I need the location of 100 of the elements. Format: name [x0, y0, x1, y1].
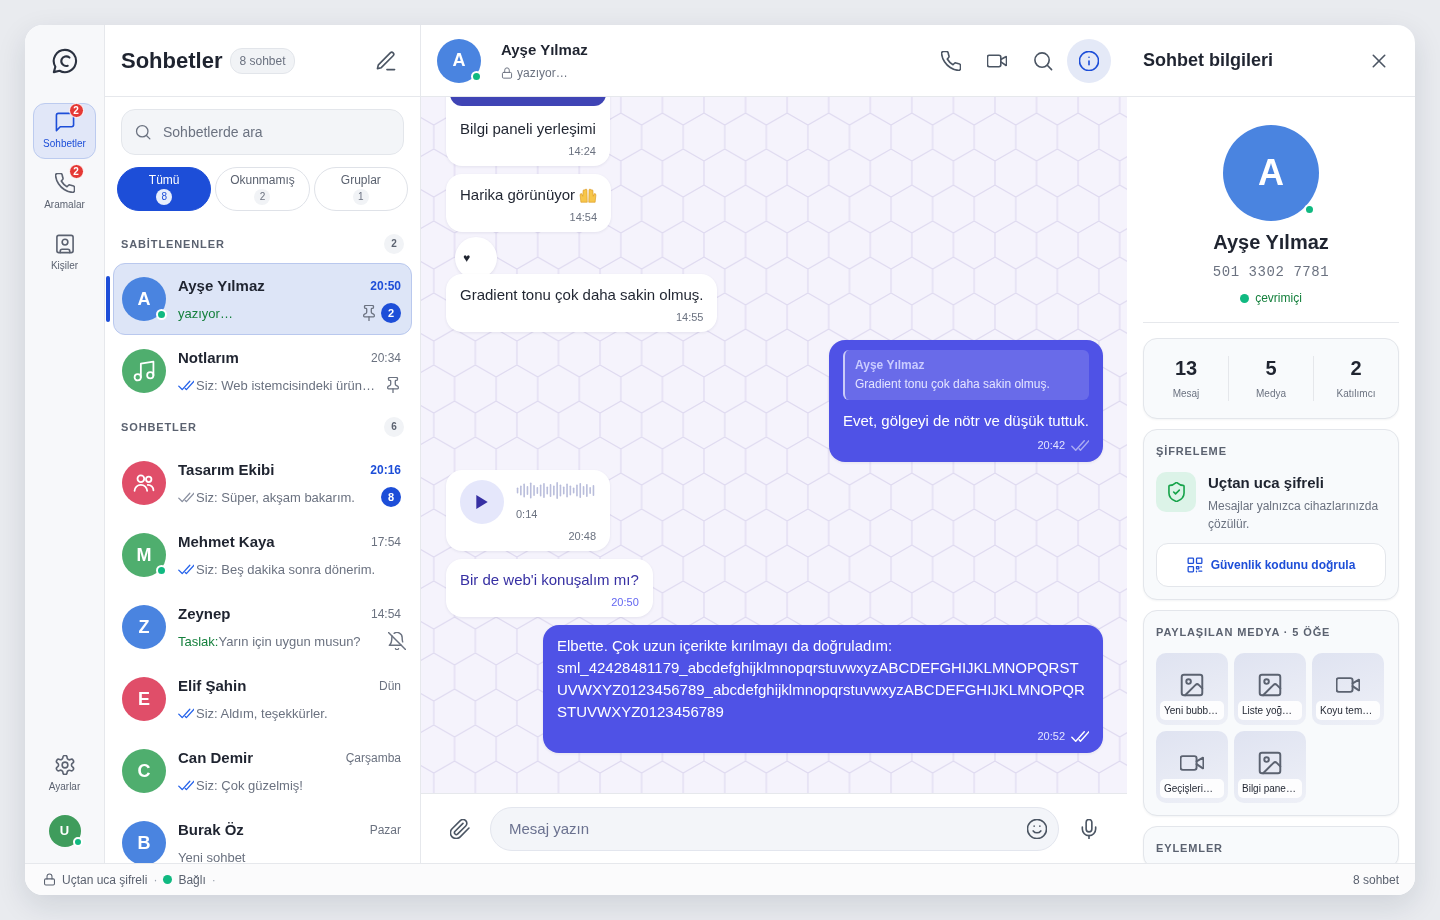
card-heading: EYLEMLER [1156, 840, 1224, 856]
message-input[interactable]: Mesaj yazın [490, 806, 1059, 851]
contact-avatar: C [122, 749, 166, 793]
stat-label: Medya [1255, 387, 1287, 401]
chat-list-item[interactable]: B Burak Öz Pazar Yeni sohbet [113, 807, 412, 863]
message-time: 20:52 [1037, 729, 1065, 743]
nav-rail-item[interactable]: 2 Aramalar [33, 164, 96, 220]
settings-button[interactable]: Ayarlar [33, 746, 96, 802]
card-heading: ŞİFRELEME [1156, 444, 1228, 459]
message-time: 14:54 [569, 210, 598, 225]
chat-list-item[interactable]: C Can Demir Çarşamba Siz: Çok güzelmiş! [113, 735, 412, 807]
emoji-icon[interactable] [1027, 818, 1047, 839]
microphone-icon [1079, 818, 1099, 839]
chat-time: 17:54 [370, 534, 401, 551]
chat-count: 8 sohbet [1352, 871, 1399, 889]
shield-check-icon [1156, 471, 1196, 512]
status-text: Bağlı [178, 871, 206, 889]
contact-name: Can Demir [178, 747, 254, 768]
media-tile[interactable]: Bilgi pane… [1234, 730, 1306, 803]
encryption-title: Uçtan uca şifreli [1208, 472, 1325, 493]
chat-time: Çarşamba [345, 750, 401, 767]
search-icon [135, 124, 151, 140]
media-caption: Koyu tem… [1316, 700, 1380, 720]
typing-status: yazıyor… [517, 65, 568, 83]
chat-preview: Siz: Web istemcisindeki ürün… [196, 376, 375, 395]
separator-dot: · [153, 871, 158, 889]
chat-time: 20:16 [370, 462, 401, 479]
phone-icon [941, 50, 961, 71]
image-icon [1180, 672, 1204, 697]
info-button[interactable] [1067, 38, 1111, 83]
media-tile[interactable]: Koyu tem… [1312, 652, 1384, 725]
contact-name: Tasarım Ekibi [178, 459, 275, 480]
stat-value: 13 [1173, 356, 1199, 380]
chat-list-item[interactable]: Z Zeynep 14:54 Taslak:Yarın için uygun musun? [113, 591, 412, 663]
media-tile[interactable]: Liste yoğ… [1234, 652, 1306, 725]
message-time: 20:42 [1037, 438, 1065, 453]
filter-tab[interactable]: Okunmamış 2 [215, 167, 310, 211]
stat-label: Katılımcı [1335, 387, 1377, 401]
notification-badge: 2 [68, 102, 84, 118]
contact-name: Notlarım [178, 347, 239, 368]
contact-avatar: M [122, 533, 166, 577]
chat-preview: yazıyor… [178, 304, 233, 323]
contact-name: Elif Şahin [178, 675, 247, 696]
section-heading: SABİTLENENLER [121, 236, 225, 252]
message-text: Evet, gölgeyi de nötr ve düşük tuttuk. [843, 411, 1089, 432]
lock-icon [43, 873, 56, 886]
qr-code-icon [1186, 557, 1203, 573]
image-icon [1258, 750, 1282, 775]
phone-number: 501 3302 7781 [1211, 263, 1331, 282]
unread-badge: 2 [381, 303, 401, 324]
chat-time: 14:54 [370, 606, 401, 623]
chat-list-item[interactable]: Tasarım Ekibi 20:16 Siz: Süper, akşam bakarım. 8 [113, 447, 412, 519]
message-time: 20:50 [611, 595, 639, 609]
paperclip-icon [450, 818, 470, 839]
filter-tab[interactable]: Tümü 8 [117, 167, 212, 211]
info-icon [1079, 50, 1099, 71]
contact-name: Ayşe Yılmaz [178, 275, 265, 296]
chat-preview: Siz: Aldım, teşekkürler. [196, 704, 328, 723]
quote-author: Ayşe Yılmaz [855, 357, 926, 375]
verify-security-code-button[interactable]: Güvenlik kodunu doğrula [1156, 543, 1386, 587]
contact-card-icon [54, 233, 75, 254]
search-field[interactable]: Sohbetlerde ara [121, 109, 404, 155]
nav-rail-item[interactable]: Kişiler [33, 225, 96, 281]
contact-name: Burak Öz [178, 819, 244, 840]
message-time: 14:24 [568, 144, 596, 159]
chat-list-item[interactable]: M Mehmet Kaya 17:54 Siz: Beş dakika sonra dönerim. [113, 519, 412, 591]
profile-name: Ayşe Yılmaz [1212, 230, 1330, 255]
chat-preview: Siz: Çok güzelmiş! [196, 776, 303, 795]
contact-avatar: B [122, 821, 166, 863]
nav-rail-item[interactable]: 2 Sohbetler [33, 103, 96, 159]
message-text: Bilgi paneli yerleşimi [460, 119, 596, 140]
settings-icon [54, 754, 75, 775]
message-time: 14:55 [675, 310, 704, 325]
chat-list-item[interactable]: A Ayşe Yılmaz 20:50 yazıyor… 2 [113, 263, 412, 335]
media-tile[interactable]: Yeni bubb… [1156, 652, 1228, 725]
filter-count: 1 [352, 189, 369, 205]
filter-count: 8 [156, 189, 173, 205]
encryption-description: Mesajlar yalnızca cihazlarınızda çözülür. [1208, 498, 1380, 533]
panel-title: Sohbetler [121, 47, 223, 75]
contact-name: Zeynep [178, 603, 231, 624]
media-tile[interactable]: Geçişleri… [1156, 730, 1228, 803]
message-text: Elbette. Çok uzun içerikte kırılmayı da doğruladım: sml_42428481179_abcdefghijklmnopqrstuvwxyzABCDEFGHIJKLMNOPQRSTUVWXYZ0123456789_abcdefghijklmnopqrstuvwxyzABCDEFGHIJKLMNOPQRSTUVWXYZ0123456789 [557, 636, 1086, 722]
message-text: Harika görünüyor [460, 185, 576, 206]
section-count: 6 [384, 417, 404, 437]
section-count: 2 [384, 234, 404, 254]
chat-count-badge: 8 sohbet [230, 47, 295, 74]
play-button[interactable] [460, 479, 504, 524]
chat-list-item[interactable]: E Elif Şahin Dün Siz: Aldım, teşekkürler. [113, 663, 412, 735]
edit-icon [376, 50, 396, 71]
message-text: Bir de web'i konuşalım mı? [460, 570, 639, 590]
status-text: Uçtan uca şifreli [62, 871, 148, 889]
media-caption: Liste yoğ… [1238, 700, 1302, 720]
chat-list-item[interactable]: Notlarım 20:34 Siz: Web istemcisindeki ürün… [113, 335, 412, 407]
contact-name: Ayşe Yılmaz [501, 39, 588, 60]
panel-title: Sohbet bilgileri [1143, 49, 1273, 72]
chat-bubble-icon [54, 111, 75, 132]
status-dot-icon [1240, 293, 1250, 303]
quote-text: Gradient tonu çok daha sakin olmuş. [855, 376, 1051, 394]
filter-tab[interactable]: Gruplar 1 [313, 167, 408, 211]
phone-icon [54, 172, 75, 193]
